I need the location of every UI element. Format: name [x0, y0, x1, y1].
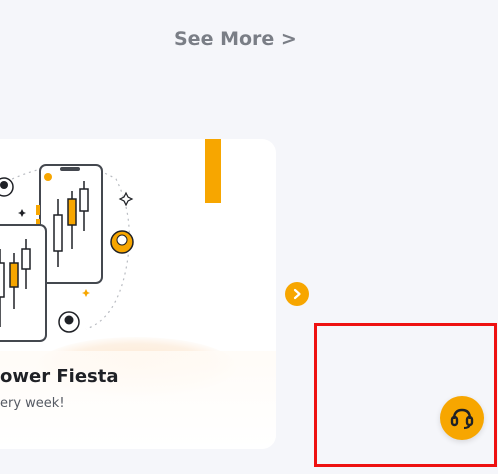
card-subtitle: ery week! — [0, 396, 65, 411]
accent-bar — [205, 139, 221, 203]
highlight-box — [314, 323, 497, 467]
carousel-next-button[interactable] — [285, 282, 309, 306]
promo-card[interactable]: ower Fiesta ery week! — [0, 139, 276, 449]
headset-icon — [450, 408, 474, 430]
trading-illustration — [0, 139, 221, 342]
phone-front — [0, 224, 47, 342]
sparkle — [118, 191, 134, 207]
card-title: ower Fiesta — [0, 366, 119, 387]
chevron-right-icon — [293, 288, 301, 300]
see-more-link[interactable]: See More > — [174, 28, 297, 50]
support-chat-button[interactable] — [440, 396, 484, 440]
